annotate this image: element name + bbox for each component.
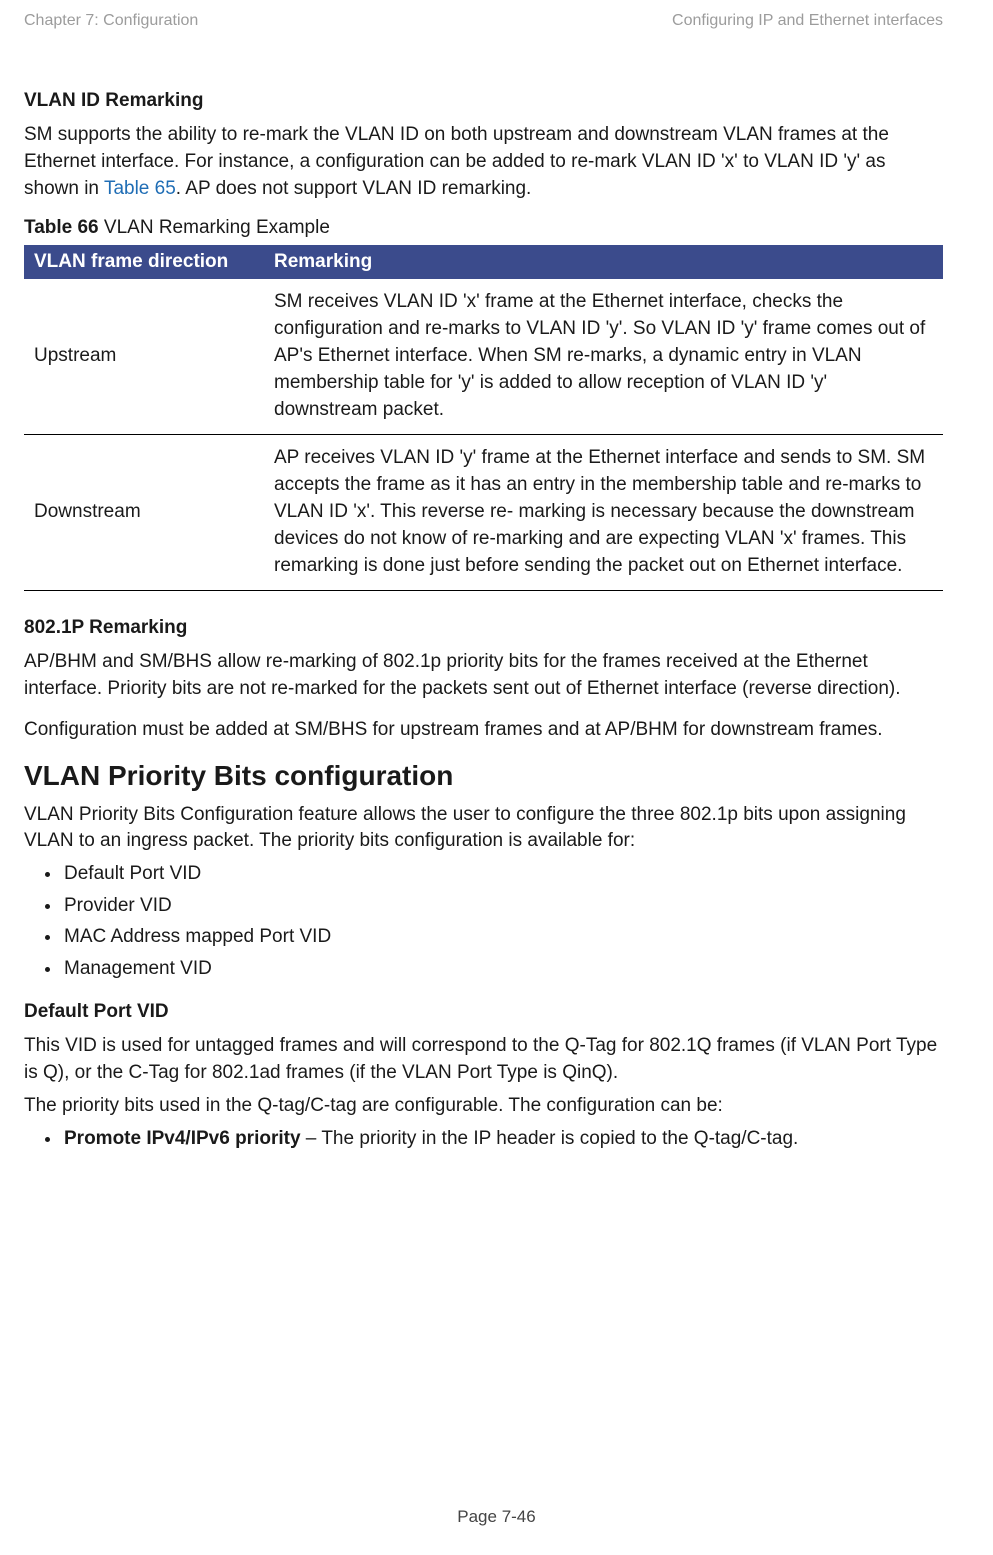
heading-vlan-id-remarking: VLAN ID Remarking: [24, 90, 943, 112]
list-item: Management VID: [62, 954, 943, 983]
para-priority-bits-intro: VLAN Priority Bits Configuration feature…: [24, 802, 943, 856]
header-left: Chapter 7: Configuration: [24, 12, 198, 30]
table66-caption-bold: Table 66: [24, 217, 99, 238]
cell-remarking: SM receives VLAN ID 'x' frame at the Eth…: [264, 279, 943, 434]
table66-caption: Table 66 VLAN Remarking Example: [24, 217, 943, 239]
para-default-port-vid-1: This VID is used for untagged frames and…: [24, 1033, 943, 1087]
list-item: Default Port VID: [62, 859, 943, 888]
bullet-promote-rest: – The priority in the IP header is copie…: [301, 1128, 799, 1149]
heading-8021p-remarking: 802.1P Remarking: [24, 617, 943, 639]
page: Chapter 7: Configuration Configuring IP …: [0, 0, 993, 1555]
list-item: Provider VID: [62, 891, 943, 920]
header-right: Configuring IP and Ethernet interfaces: [672, 12, 943, 30]
list-priority-bits: Default Port VID Provider VID MAC Addres…: [24, 859, 943, 983]
page-footer: Page 7-46: [0, 1507, 993, 1527]
para-8021p-2: Configuration must be added at SM/BHS fo…: [24, 717, 943, 744]
para-default-port-vid-2: The priority bits used in the Q-tag/C-ta…: [24, 1093, 943, 1120]
para-vlan-id-remarking: SM supports the ability to re-mark the V…: [24, 122, 943, 203]
cell-remarking: AP receives VLAN ID 'y' frame at the Eth…: [264, 434, 943, 590]
heading-vlan-priority-bits: VLAN Priority Bits configuration: [24, 760, 943, 792]
list-item: MAC Address mapped Port VID: [62, 922, 943, 951]
text-vlan-id-b: . AP does not support VLAN ID remarking.: [176, 178, 532, 199]
page-header: Chapter 7: Configuration Configuring IP …: [24, 12, 943, 30]
heading-default-port-vid: Default Port VID: [24, 1001, 943, 1023]
table66-head-remarking: Remarking: [264, 245, 943, 279]
table66-head-direction: VLAN frame direction: [24, 245, 264, 279]
table-row: Downstream AP receives VLAN ID 'y' frame…: [24, 434, 943, 590]
table66-head-row: VLAN frame direction Remarking: [24, 245, 943, 279]
cell-direction: Downstream: [24, 434, 264, 590]
table66: VLAN frame direction Remarking Upstream …: [24, 245, 943, 591]
table-row: Upstream SM receives VLAN ID 'x' frame a…: [24, 279, 943, 434]
bullet-promote-bold: Promote IPv4/IPv6 priority: [64, 1128, 301, 1149]
table66-caption-rest: VLAN Remarking Example: [99, 217, 330, 238]
para-8021p-1: AP/BHM and SM/BHS allow re-marking of 80…: [24, 649, 943, 703]
link-table-65[interactable]: Table 65: [104, 178, 176, 199]
cell-direction: Upstream: [24, 279, 264, 434]
list-item: Promote IPv4/IPv6 priority – The priorit…: [62, 1124, 943, 1153]
list-default-port-vid: Promote IPv4/IPv6 priority – The priorit…: [24, 1124, 943, 1153]
